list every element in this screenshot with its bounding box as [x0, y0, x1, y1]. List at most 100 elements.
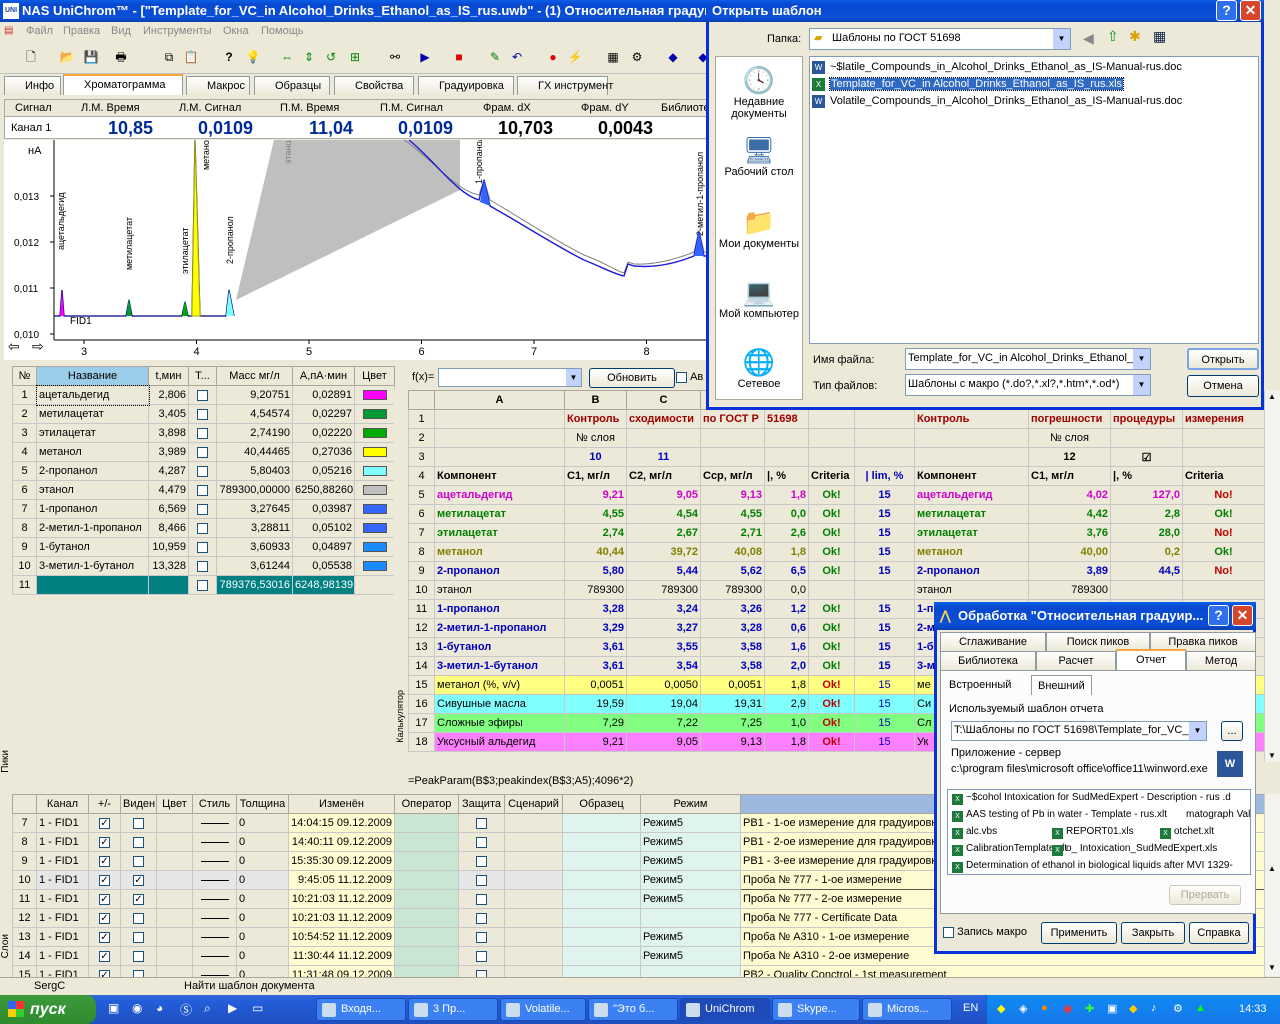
col-time[interactable]: t,мин: [148, 366, 189, 386]
print-icon[interactable]: 🖶: [112, 48, 130, 66]
tray-icon-4[interactable]: ◉: [1063, 1002, 1073, 1015]
sheet-cell[interactable]: 1-бутанол: [434, 637, 565, 657]
peak-time-cell[interactable]: 3,405: [148, 404, 189, 424]
copy-icon[interactable]: ⧉: [160, 48, 178, 66]
processing-close-icon[interactable]: ✕: [1232, 605, 1253, 626]
layer-plusminus-checkbox[interactable]: ✓: [99, 874, 110, 886]
peaks-table[interactable]: № Название t,мин Т... Масс мг/л А,пА·мин…: [12, 366, 395, 595]
sheet-cell[interactable]: Criteria: [808, 466, 855, 486]
col-t[interactable]: Т...: [188, 366, 217, 386]
sheet-cell[interactable]: 9,21: [564, 485, 627, 505]
sheet-cell[interactable]: [700, 428, 765, 448]
sheet-cell[interactable]: 15: [854, 504, 915, 524]
filename-input[interactable]: Template_for_VC_in Alcohol_Drinks_Ethano…: [905, 348, 1151, 370]
sheet-cell[interactable]: 789300: [700, 580, 765, 600]
peak-color-cell[interactable]: [354, 385, 395, 405]
peak-time-cell[interactable]: 3,898: [148, 423, 189, 443]
peak-time-cell[interactable]: [148, 575, 189, 595]
layer-sample[interactable]: [562, 927, 641, 947]
sheet-cell[interactable]: 5,62: [700, 561, 765, 581]
sheet-cell[interactable]: 39,72: [626, 542, 701, 562]
layers-col-header[interactable]: +/-: [88, 794, 121, 814]
sheet-cell[interactable]: 15: [854, 637, 915, 657]
peak-mass-cell[interactable]: 2,74190: [216, 423, 293, 443]
sheet-cell[interactable]: 3,55: [626, 637, 701, 657]
undo-zoom-icon[interactable]: ↺: [322, 48, 340, 66]
layer-mode[interactable]: Режим5: [640, 889, 741, 909]
layer-sample[interactable]: [562, 908, 641, 928]
peak-t-cell[interactable]: [188, 518, 217, 538]
template-file-item[interactable]: X AAS testing of Pb in water - Template -…: [952, 809, 1167, 822]
sheet-cell[interactable]: [1110, 428, 1183, 448]
peak-name-cell[interactable]: метилацетат: [36, 404, 149, 424]
layer-plusminus-checkbox[interactable]: ✓: [99, 817, 110, 829]
layer-color[interactable]: [156, 813, 193, 833]
peak-t-checkbox[interactable]: [197, 522, 208, 534]
sheet-cell[interactable]: Ok!: [808, 656, 855, 676]
sheet-col-b[interactable]: B: [564, 390, 627, 410]
peak-t-checkbox[interactable]: [197, 427, 208, 439]
layer-operator[interactable]: [394, 870, 459, 890]
sheet-cell[interactable]: Ok!: [808, 485, 855, 505]
sheet-cell[interactable]: Ok!: [808, 713, 855, 733]
peak-area-cell[interactable]: 0,05216: [292, 461, 355, 481]
filetype-dropdown-icon[interactable]: ▼: [1133, 375, 1150, 395]
layers-col-header[interactable]: Канал: [36, 794, 89, 814]
peak-row[interactable]: 3 этилацетат 3,898 2,74190 0,02220: [12, 423, 395, 443]
peak-area-cell[interactable]: 0,05102: [292, 518, 355, 538]
tray-icon-2[interactable]: ◈: [1019, 1002, 1027, 1015]
browse-button[interactable]: ...: [1221, 721, 1243, 741]
sheet-cell[interactable]: 19,04: [626, 694, 701, 714]
link-icon[interactable]: ⚯: [386, 48, 404, 66]
peak-area-cell[interactable]: 0,05538: [292, 556, 355, 576]
sheet-col-a[interactable]: A: [434, 390, 565, 410]
layer-style[interactable]: [192, 870, 237, 890]
template-file-item[interactable]: X REPORT01.xls: [1052, 826, 1134, 839]
tab-chromatogram[interactable]: Хроматограмма: [63, 74, 183, 95]
sheet-row[interactable]: 2 № слоя № слоя: [408, 428, 1265, 448]
sheet-cell[interactable]: Компонент: [434, 466, 565, 486]
sheet-cell[interactable]: 40,44: [564, 542, 627, 562]
sheet-cell[interactable]: 15: [854, 599, 915, 619]
layer-mode[interactable]: Режим5: [640, 832, 741, 852]
menu-help[interactable]: Помощь: [261, 25, 304, 37]
layer-operator[interactable]: [394, 851, 459, 871]
fx-input[interactable]: ▼: [438, 368, 582, 387]
file-list[interactable]: W ~$latile_Compounds_in_Alcohol_Drinks_Et…: [809, 56, 1259, 344]
layers-col-header[interactable]: Цвет: [156, 794, 193, 814]
layer-thickness[interactable]: 0: [236, 908, 289, 928]
layer-plusminus-checkbox[interactable]: ✓: [99, 893, 110, 905]
sheet-cell[interactable]: этилацетат: [434, 523, 565, 543]
layer-sample[interactable]: [562, 813, 641, 833]
peak-t-cell[interactable]: [188, 499, 217, 519]
sheet-cell[interactable]: 15: [854, 732, 915, 752]
layer-sample[interactable]: [562, 889, 641, 909]
peak-mass-cell[interactable]: 3,28811: [216, 518, 293, 538]
peak-time-cell[interactable]: 3,989: [148, 442, 189, 462]
sheet-cell[interactable]: № слоя: [1028, 428, 1111, 448]
folder-select[interactable]: ▰ Шаблоны по ГОСТ 51698 ▼: [809, 28, 1071, 50]
open-dialog-help-icon[interactable]: ?: [1216, 0, 1237, 21]
peak-name-cell[interactable]: этанол: [36, 480, 149, 500]
sheet-cell[interactable]: 2,9: [764, 694, 809, 714]
peak-color-cell[interactable]: [354, 461, 395, 481]
sheet-cell[interactable]: 0,0: [764, 580, 809, 600]
layer-color[interactable]: [156, 927, 193, 947]
chromatogram-panel[interactable]: нА FID1 0,013 0,012 0,011 0,010 ацетальдегид…: [4, 135, 710, 360]
sheet-cell[interactable]: [1182, 428, 1265, 448]
layer-scenario[interactable]: [504, 927, 563, 947]
layer-mode[interactable]: Режим5: [640, 946, 741, 966]
layer-color[interactable]: [156, 870, 193, 890]
peak-color-cell[interactable]: [354, 556, 395, 576]
sheet-cell[interactable]: 3,27: [626, 618, 701, 638]
peak-area-cell[interactable]: 0,03987: [292, 499, 355, 519]
layer-protect-cell[interactable]: [458, 946, 505, 966]
zoom-horizontal-icon[interactable]: ⇔: [278, 48, 296, 66]
calc-icon[interactable]: ▦: [604, 48, 622, 66]
sheet-cell[interactable]: 15: [854, 618, 915, 638]
layer-protect-cell[interactable]: [458, 889, 505, 909]
template-file-item[interactable]: Xalc.vbs: [952, 826, 997, 839]
peak-area-cell[interactable]: 6250,88260: [292, 480, 355, 500]
sheet-cell[interactable]: Ok!: [1182, 504, 1265, 524]
sheet-cell[interactable]: [808, 409, 855, 429]
